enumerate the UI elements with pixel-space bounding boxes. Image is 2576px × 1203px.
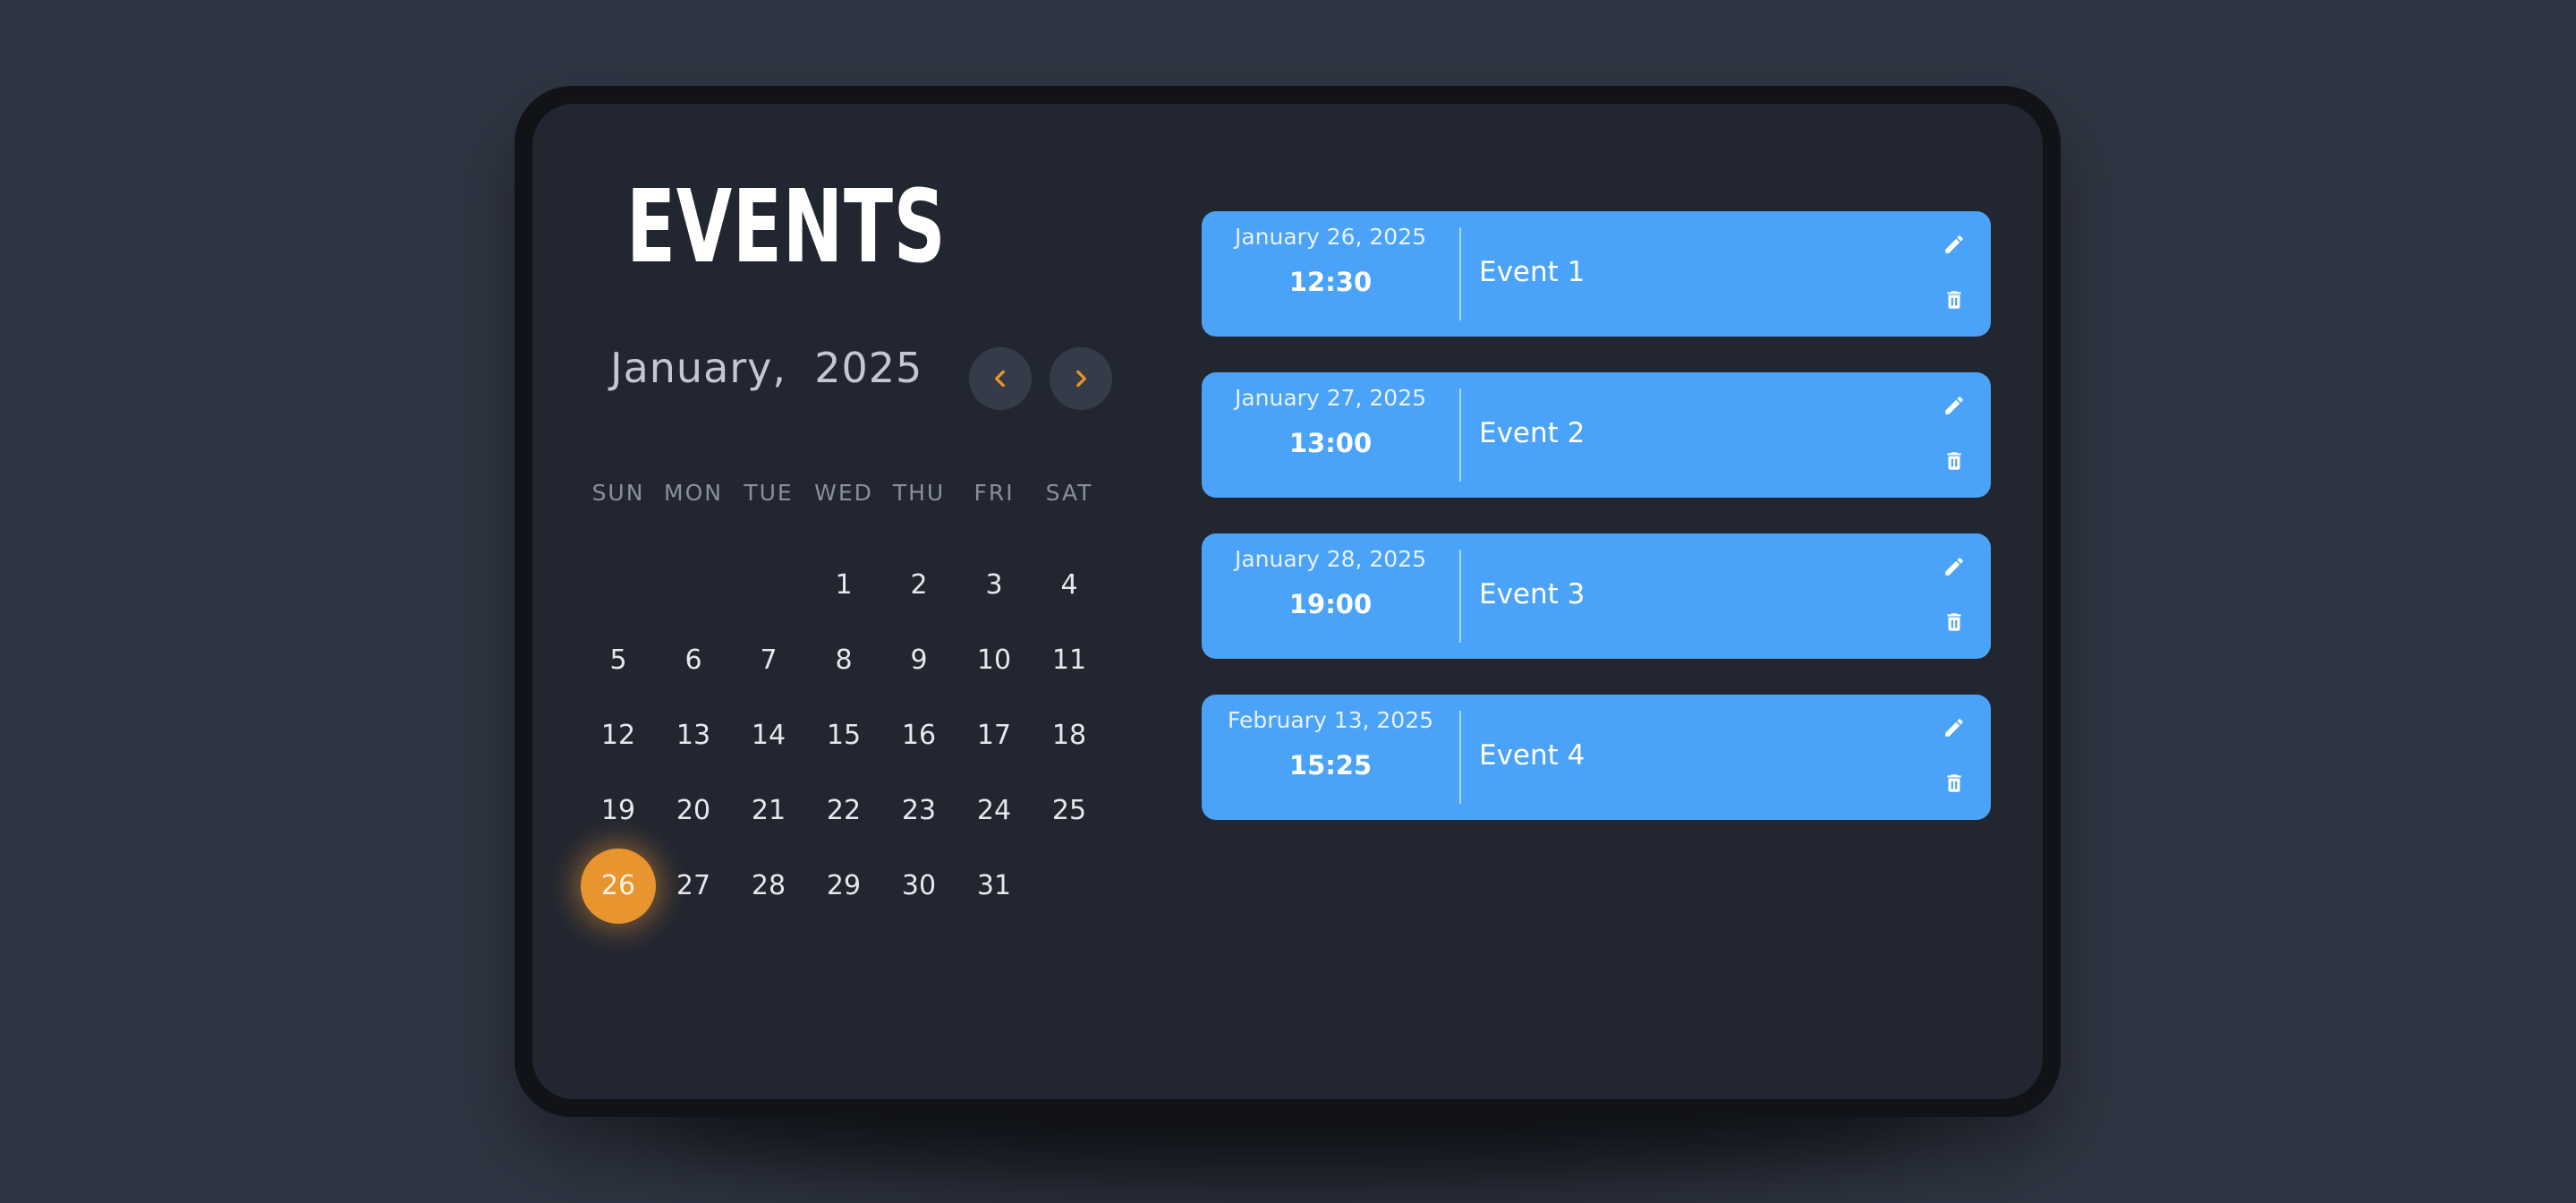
calendar-day[interactable]: 22 (806, 773, 881, 849)
event-divider (1459, 227, 1461, 320)
calendar-day[interactable]: 1 (806, 548, 881, 623)
pencil-icon (1945, 558, 1963, 576)
event-time: 19:00 (1288, 589, 1373, 619)
event-divider (1459, 711, 1461, 804)
calendar-day[interactable]: 21 (731, 773, 806, 849)
event-time: 13:00 (1288, 428, 1373, 458)
event-time: 15:25 (1288, 750, 1373, 781)
calendar-day-selected[interactable]: 26 (581, 849, 656, 924)
calendar-day[interactable]: 30 (881, 849, 956, 924)
calendar-day[interactable]: 18 (1032, 698, 1107, 773)
weekday-wed: WED (814, 480, 873, 506)
calendar-day[interactable]: 19 (581, 773, 656, 849)
calendar-day[interactable]: 10 (956, 623, 1032, 698)
calendar-month-label: January, 2025 (610, 344, 923, 392)
page-title: EVENTS (626, 169, 947, 286)
pencil-icon (1945, 235, 1963, 253)
next-month-button[interactable] (1050, 347, 1112, 410)
calendar-day[interactable]: 31 (956, 849, 1032, 924)
weekday-mon: MON (664, 480, 723, 506)
delete-event-button[interactable] (1942, 609, 1967, 636)
event-date: January 27, 2025 (1234, 385, 1427, 411)
calendar-day[interactable]: 24 (956, 773, 1032, 849)
weekday-tue: TUE (744, 480, 794, 506)
event-name: Event 3 (1479, 578, 1586, 610)
calendar-day[interactable]: 28 (731, 849, 806, 924)
calendar-day[interactable]: 25 (1032, 773, 1107, 849)
edit-event-button[interactable] (1942, 392, 1967, 419)
calendar-day[interactable]: 9 (881, 623, 956, 698)
pencil-icon (1945, 397, 1963, 414)
event-card[interactable]: February 13, 2025 15:25 Event 4 (1202, 695, 1991, 820)
prev-month-button[interactable] (969, 347, 1032, 410)
event-card[interactable]: January 26, 2025 12:30 Event 1 (1202, 211, 1991, 337)
event-divider (1459, 550, 1461, 643)
calendar-day[interactable]: 29 (806, 849, 881, 924)
chevron-right-icon (1076, 370, 1086, 388)
trash-icon (1947, 291, 1961, 309)
event-name: Event 2 (1479, 417, 1586, 449)
weekday-thu: THU (892, 480, 946, 506)
event-date: January 28, 2025 (1234, 546, 1427, 572)
edit-event-button[interactable] (1942, 231, 1967, 258)
pencil-icon (1945, 719, 1963, 737)
calendar-day[interactable]: 15 (806, 698, 881, 773)
calendar-day[interactable]: 8 (806, 623, 881, 698)
calendar-day[interactable]: 5 (581, 623, 656, 698)
trash-icon (1947, 613, 1961, 631)
edit-event-button[interactable] (1942, 714, 1967, 741)
calendar-day[interactable]: 11 (1032, 623, 1107, 698)
device-frame: EVENTS January, 2025 SUN MON TUE WED THU… (514, 86, 2061, 1117)
edit-event-button[interactable] (1942, 553, 1967, 580)
calendar-day[interactable]: 4 (1032, 548, 1107, 623)
event-name: Event 1 (1479, 256, 1586, 288)
calendar-day[interactable]: 27 (656, 849, 731, 924)
calendar-day[interactable]: 17 (956, 698, 1032, 773)
trash-icon (1947, 452, 1961, 470)
weekday-sun: SUN (591, 480, 645, 506)
delete-event-button[interactable] (1942, 770, 1967, 797)
trash-icon (1947, 774, 1961, 792)
calendar-day[interactable]: 3 (956, 548, 1032, 623)
chevron-left-icon (995, 370, 1005, 388)
event-date: January 26, 2025 (1234, 224, 1427, 250)
event-card[interactable]: January 28, 2025 19:00 Event 3 (1202, 533, 1991, 659)
calendar-day[interactable]: 12 (581, 698, 656, 773)
calendar-day[interactable]: 13 (656, 698, 731, 773)
delete-event-button[interactable] (1942, 448, 1967, 474)
calendar-day[interactable]: 20 (656, 773, 731, 849)
event-time: 12:30 (1288, 267, 1373, 297)
event-date: February 13, 2025 (1227, 707, 1434, 733)
events-app: EVENTS January, 2025 SUN MON TUE WED THU… (532, 104, 2043, 1099)
calendar-day[interactable]: 7 (731, 623, 806, 698)
calendar-day[interactable]: 14 (731, 698, 806, 773)
calendar-day[interactable]: 16 (881, 698, 956, 773)
calendar-day[interactable]: 2 (881, 548, 956, 623)
delete-event-button[interactable] (1942, 286, 1967, 313)
event-name: Event 4 (1479, 739, 1586, 772)
weekday-sat: SAT (1045, 480, 1093, 506)
calendar-day[interactable]: 6 (656, 623, 731, 698)
event-card[interactable]: January 27, 2025 13:00 Event 2 (1202, 372, 1991, 498)
weekday-fri: FRI (973, 480, 1015, 506)
event-divider (1459, 388, 1461, 482)
calendar-day[interactable]: 23 (881, 773, 956, 849)
